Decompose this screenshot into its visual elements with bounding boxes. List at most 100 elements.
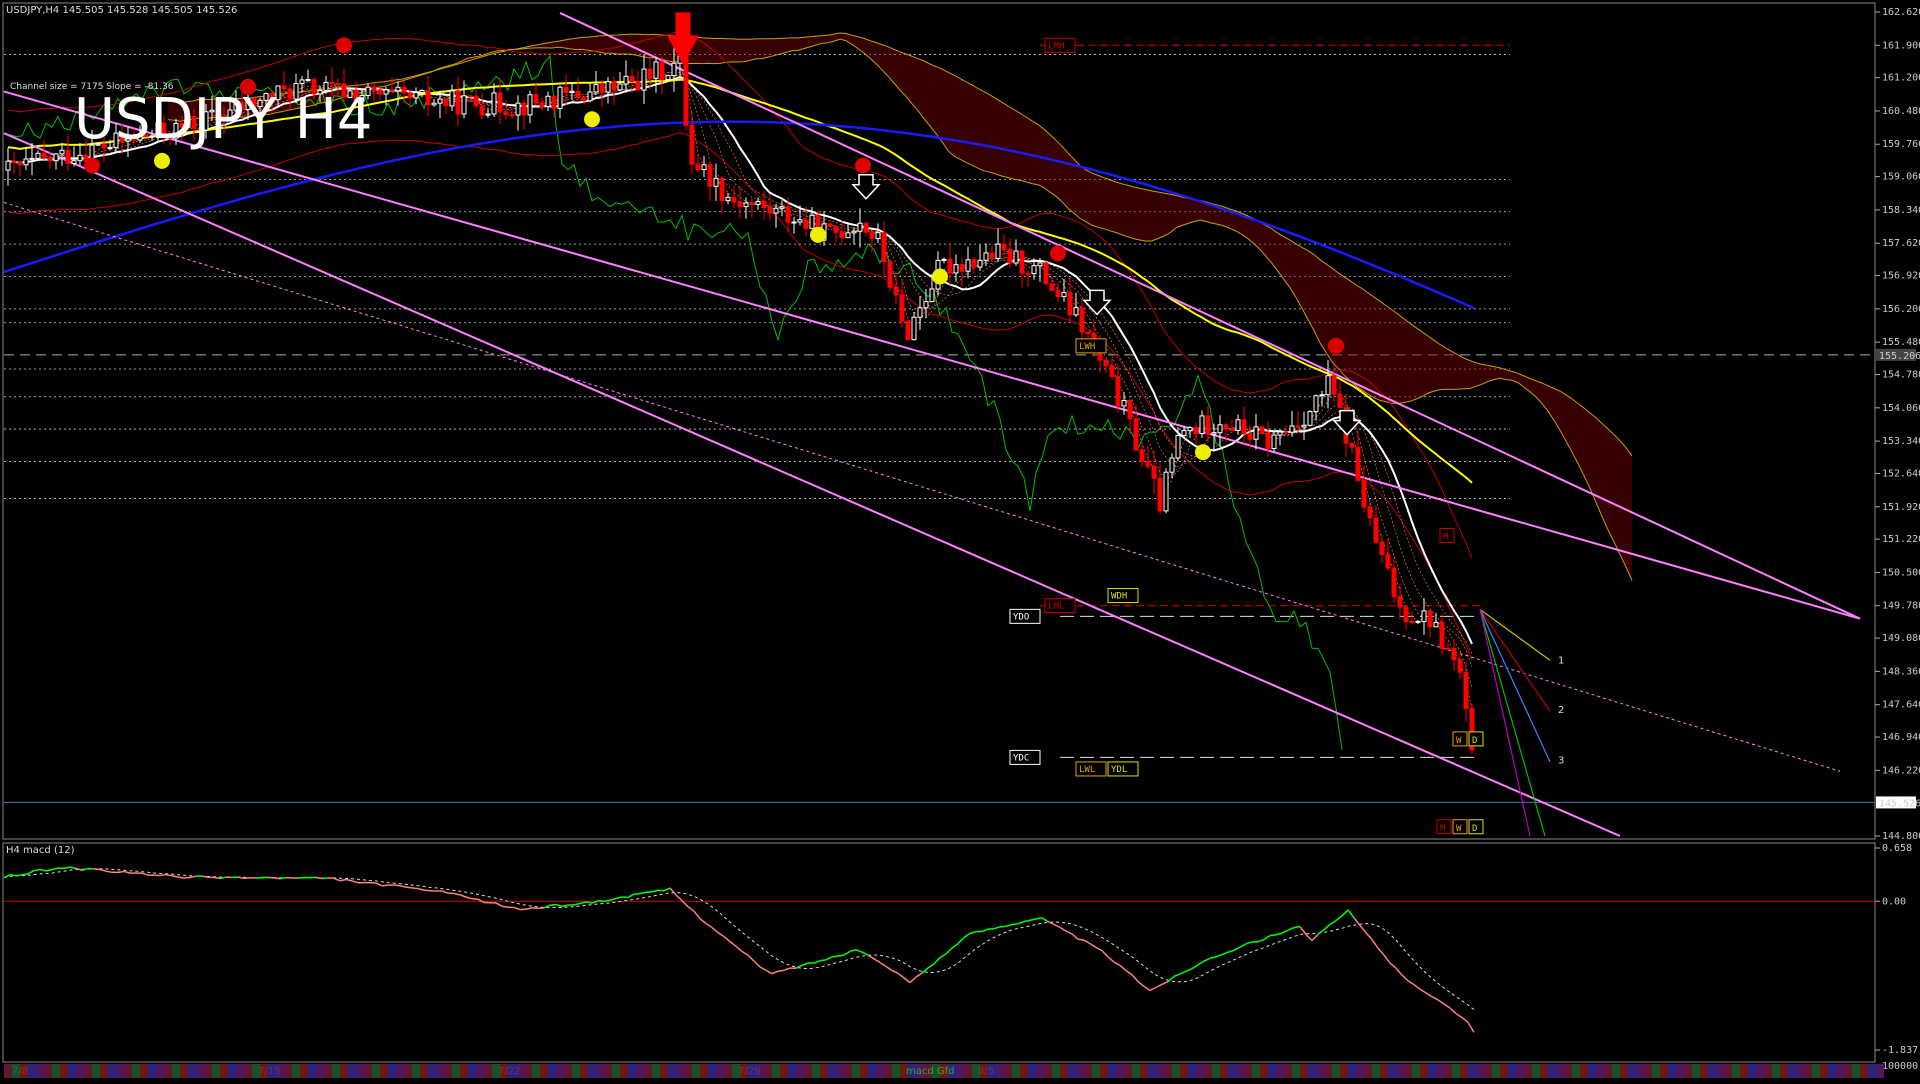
date-strip-cell (1028, 1064, 1036, 1078)
candle-body (1290, 426, 1294, 432)
candle-body (1116, 376, 1120, 405)
candle-body (450, 91, 454, 106)
date-strip-cell (1628, 1064, 1636, 1078)
date-strip-cell (1748, 1064, 1756, 1078)
date-strip-cell (1068, 1064, 1076, 1078)
candle-body (390, 90, 394, 91)
candle-body (1032, 266, 1036, 274)
date-strip-cell (412, 1064, 420, 1078)
date-strip-cell (1356, 1064, 1364, 1078)
candle-body (624, 76, 628, 84)
date-strip-cell (964, 1064, 972, 1078)
candle-body (1182, 431, 1186, 436)
date-strip-cell (236, 1064, 244, 1078)
end-tag-label: W (1456, 824, 1462, 834)
candle-body (1188, 428, 1192, 431)
candle-body (1080, 308, 1084, 332)
date-strip-cell (1404, 1064, 1412, 1078)
date-strip-cell (644, 1064, 652, 1078)
yellow-signal-dot (932, 268, 948, 284)
candle-body (1260, 427, 1264, 433)
candle-body (1416, 621, 1420, 622)
date-strip-cell (1372, 1064, 1380, 1078)
date-strip-cell (1348, 1064, 1356, 1078)
candle-body (396, 87, 400, 90)
candle-body (18, 162, 22, 164)
end-tag-label: M (1440, 824, 1446, 834)
date-strip-cell (532, 1064, 540, 1078)
price-tick-label: 153.340 (1882, 436, 1920, 447)
date-strip-cell (244, 1064, 252, 1078)
date-strip-cell (716, 1064, 724, 1078)
date-strip-cell (100, 1064, 108, 1078)
date-strip-cell (180, 1064, 188, 1078)
date-strip-cell (1532, 1064, 1540, 1078)
candle-body (690, 125, 694, 164)
date-strip-cell (1820, 1064, 1828, 1078)
date-strip-cell (1580, 1064, 1588, 1078)
chart-root: 123LMHLWHWDHYDOLMLYDCLWLYDLWDMWDM 162.62… (0, 0, 1920, 1080)
candle-body (1434, 622, 1438, 626)
macd-line-segment (778, 970, 784, 971)
candle-body (1224, 425, 1228, 429)
candle-body (468, 96, 472, 97)
candle-body (1038, 263, 1042, 266)
candle-body (978, 260, 982, 267)
candle-body (1332, 376, 1336, 394)
candle-body (1452, 649, 1456, 660)
date-strip-cell (1172, 1064, 1180, 1078)
date-strip-cell (1596, 1064, 1604, 1078)
candle-body (30, 158, 34, 159)
candle-body (1296, 426, 1300, 427)
candle-body (930, 289, 934, 302)
date-strip-cell (1796, 1064, 1804, 1078)
yellow-signal-dot (584, 111, 600, 127)
date-strip-cell (300, 1064, 308, 1078)
date-strip-cell (1180, 1064, 1188, 1078)
candle-body (486, 114, 490, 115)
candle-body (846, 233, 850, 238)
macd-line-segment (634, 894, 640, 895)
candle-body (1134, 419, 1138, 450)
candle-body (474, 96, 478, 106)
candle-body (1308, 412, 1312, 426)
date-strip-cell (756, 1064, 764, 1078)
date-strip-cell (1340, 1064, 1348, 1078)
candle-body (648, 69, 652, 78)
date-strip-cell (1212, 1064, 1220, 1078)
date-strip-cell (844, 1064, 852, 1078)
candle-body (24, 159, 28, 165)
date-strip-cell (92, 1064, 100, 1078)
candle-body (756, 201, 760, 204)
candle-body (960, 265, 964, 272)
date-strip-cell (28, 1064, 36, 1078)
candle-body (1170, 458, 1174, 472)
date-strip-cell (476, 1064, 484, 1078)
date-strip-cell (284, 1064, 292, 1078)
date-strip-cell (1084, 1064, 1092, 1078)
date-strip-cell (588, 1064, 596, 1078)
price-tick-label: 149.780 (1882, 601, 1920, 612)
candle-body (300, 80, 304, 84)
date-strip-cell (1220, 1064, 1228, 1078)
red-signal-dot (84, 158, 100, 174)
date-strip-cell (1548, 1064, 1556, 1078)
red-signal-dot (336, 37, 352, 53)
date-strip-cell (1572, 1064, 1580, 1078)
candle-body (714, 178, 718, 186)
date-strip-cell (732, 1064, 740, 1078)
price-tick-label: 148.360 (1882, 666, 1920, 677)
date-strip-cell (1476, 1064, 1484, 1078)
candle-body (1380, 542, 1384, 554)
price-tick-label: 158.340 (1882, 205, 1920, 216)
date-strip-cell (500, 1064, 508, 1078)
candle-body (888, 262, 892, 288)
candle-body (12, 161, 16, 162)
price-tick-label: 155.480 (1882, 337, 1920, 348)
date-strip-cell (1300, 1064, 1308, 1078)
date-strip-cell (1420, 1064, 1428, 1078)
date-strip-cell (1052, 1064, 1060, 1078)
date-strip-cell (68, 1064, 76, 1078)
macd-line-segment (166, 875, 172, 876)
candle-body (1314, 396, 1318, 412)
